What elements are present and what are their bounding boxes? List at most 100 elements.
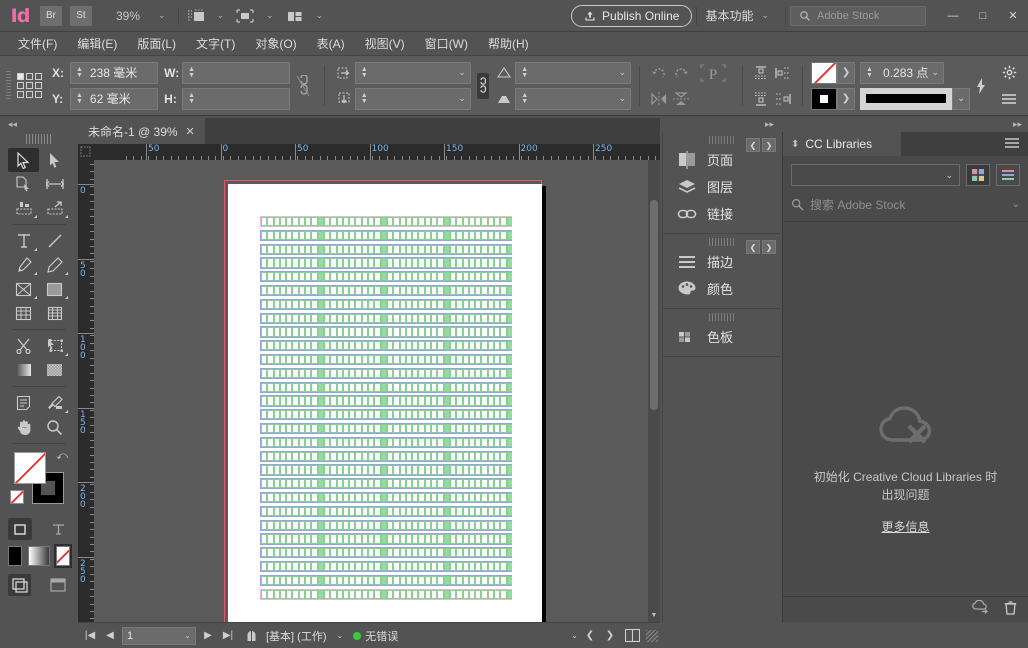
grid-cell-filled[interactable] xyxy=(506,562,512,572)
menu-view[interactable]: 视图(V) xyxy=(355,33,415,54)
format-text-icon[interactable] xyxy=(46,518,70,540)
grid-cell-filled[interactable] xyxy=(506,327,512,337)
align-bottom-icon[interactable] xyxy=(750,88,772,110)
chevron-down-icon[interactable]: ⌄ xyxy=(331,631,350,640)
toolbox-grip[interactable] xyxy=(26,134,52,144)
stock-search-input[interactable]: Adobe Stock xyxy=(790,5,926,26)
last-page-icon[interactable]: ▶| xyxy=(220,630,236,641)
width-stepper[interactable]: ▲ ▼ xyxy=(185,66,198,79)
height-input[interactable]: ▲ ▼ xyxy=(182,87,291,110)
stroke-style-dropdown[interactable]: ⌄ xyxy=(952,87,971,110)
menu-type[interactable]: 文字(T) xyxy=(186,33,245,54)
none-swatch-icon[interactable] xyxy=(10,490,24,504)
content-placer-tool[interactable] xyxy=(39,196,70,220)
fill-dropdown-button[interactable]: ❯ xyxy=(837,61,856,84)
selection-tool[interactable] xyxy=(8,148,39,172)
more-info-link[interactable]: 更多信息 xyxy=(881,518,929,535)
grid-cell-filled[interactable] xyxy=(506,244,512,254)
vertical-scrollbar[interactable] xyxy=(648,160,660,622)
close-button[interactable]: ✕ xyxy=(998,5,1028,27)
scale-x-input[interactable]: ▲ ▼ ⌄ xyxy=(354,61,471,84)
resize-grip[interactable] xyxy=(646,629,658,642)
master-page-icon[interactable] xyxy=(240,629,262,643)
grid-cell-filled[interactable] xyxy=(506,437,512,447)
screen-mode-dropdown-icon[interactable]: ⌄ xyxy=(209,10,233,21)
previous-page-icon[interactable]: ◀ xyxy=(102,630,118,641)
dock-group-grip[interactable] xyxy=(708,313,735,321)
chevron-down-icon[interactable]: ⌄ xyxy=(458,67,466,78)
note-tool[interactable] xyxy=(8,391,39,415)
ref-point-mc[interactable] xyxy=(25,82,33,89)
control-panel-grip[interactable] xyxy=(6,70,11,101)
normal-mode-icon[interactable] xyxy=(8,574,31,596)
frame-tool[interactable] xyxy=(8,277,39,301)
list-view-icon[interactable] xyxy=(996,164,1020,186)
line-tool[interactable] xyxy=(39,229,70,253)
apply-none-icon[interactable] xyxy=(54,544,72,568)
tool-flyout-indicator[interactable] xyxy=(65,215,68,218)
zoom-dropdown-icon[interactable]: ⌄ xyxy=(150,10,174,21)
grid-cell-filled[interactable] xyxy=(506,258,512,268)
cc-libraries-tab[interactable]: ⬍ CC Libraries xyxy=(783,132,901,156)
minimize-button[interactable]: — xyxy=(938,5,968,27)
toolbox-fill-swatch[interactable] xyxy=(14,452,46,484)
flip-vertical-icon[interactable] xyxy=(670,88,692,110)
trash-icon[interactable] xyxy=(1004,600,1017,620)
panel-button-links[interactable]: 链接 xyxy=(663,200,780,227)
apply-gradient-icon[interactable] xyxy=(28,546,50,566)
view-options-dropdown-icon[interactable]: ⌄ xyxy=(258,10,282,21)
tool-flyout-indicator[interactable] xyxy=(34,248,37,251)
grid-cell-filled[interactable] xyxy=(506,230,512,240)
content-collector-tool[interactable] xyxy=(8,196,39,220)
previous-view-icon[interactable]: ❮ xyxy=(582,630,598,641)
next-page-icon[interactable]: ▶ xyxy=(200,630,216,641)
width-input[interactable]: ▲ ▼ xyxy=(182,61,291,84)
publish-online-button[interactable]: Publish Online xyxy=(571,4,693,27)
ref-point-br[interactable] xyxy=(34,91,42,98)
gear-icon[interactable] xyxy=(998,62,1020,84)
menu-object[interactable]: 对象(O) xyxy=(245,33,306,54)
first-page-icon[interactable]: |◀ xyxy=(82,630,98,641)
chevron-down-icon[interactable]: ⌄ xyxy=(931,67,939,78)
arrange-documents-dropdown-icon[interactable]: ⌄ xyxy=(308,10,332,21)
ruler-origin-point[interactable] xyxy=(78,144,94,160)
select-container-icon[interactable]: P xyxy=(692,62,734,84)
ref-point-mr[interactable] xyxy=(34,82,42,89)
panel-menu-icon[interactable] xyxy=(998,88,1020,110)
grid-cell-filled[interactable] xyxy=(506,410,512,420)
menu-window[interactable]: 窗口(W) xyxy=(415,33,478,54)
split-layout-icon[interactable] xyxy=(622,629,642,642)
panel-menu-icon[interactable] xyxy=(1004,137,1028,152)
screen-mode-icon[interactable] xyxy=(183,7,209,25)
bridge-button[interactable]: Br xyxy=(40,5,62,26)
stock-button[interactable]: St xyxy=(70,5,92,26)
menu-layout[interactable]: 版面(L) xyxy=(127,33,186,54)
grid-cell-filled[interactable] xyxy=(506,534,512,544)
pencil-tool[interactable] xyxy=(39,253,70,277)
grid-cell-filled[interactable] xyxy=(506,272,512,282)
preflight-dropdown-icon[interactable]: ⌄ xyxy=(571,631,578,640)
apply-color-icon[interactable] xyxy=(8,546,22,566)
dock-collapse-icon[interactable]: ❯ xyxy=(762,138,776,152)
vertical-ruler[interactable]: 0 5 0 1 0 0 1 5 0 2 0 0 2 5 0 xyxy=(78,160,94,622)
pen-tool[interactable] xyxy=(8,253,39,277)
tool-flyout-indicator[interactable] xyxy=(65,353,68,356)
dock-group-grip[interactable] xyxy=(708,136,735,144)
zoom-level-field[interactable]: 39% xyxy=(106,9,150,23)
tool-flyout-indicator[interactable] xyxy=(34,296,37,299)
stroke-style-preview[interactable] xyxy=(860,87,953,110)
panel-dock-collapse-button[interactable]: ▸▸ xyxy=(662,116,780,132)
gap-tool[interactable] xyxy=(39,172,70,196)
grid-cell-filled[interactable] xyxy=(506,589,512,599)
sync-icon[interactable] xyxy=(972,599,990,619)
grid-cell-filled[interactable] xyxy=(506,313,512,323)
height-stepper[interactable]: ▲ ▼ xyxy=(185,92,198,105)
grid-cell-filled[interactable] xyxy=(506,479,512,489)
ref-point-tr[interactable] xyxy=(34,73,42,80)
grid-cell-filled[interactable] xyxy=(506,465,512,475)
align-right-icon[interactable] xyxy=(772,88,794,110)
eyedropper-tool[interactable] xyxy=(39,391,70,415)
dock-expand-icon[interactable]: ❮ xyxy=(746,240,760,254)
grid-cell-filled[interactable] xyxy=(506,548,512,558)
hand-tool[interactable] xyxy=(8,415,39,439)
